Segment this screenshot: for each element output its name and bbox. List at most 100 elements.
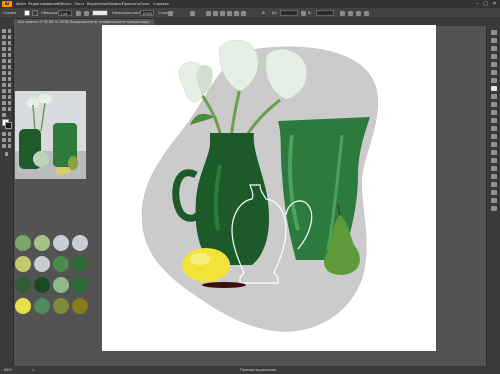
opacity-field[interactable]: 100% xyxy=(140,10,154,16)
perspective-grid-tool-icon[interactable] xyxy=(2,83,6,87)
close-button[interactable]: ✕ xyxy=(491,1,498,7)
rectangle-tool-icon[interactable] xyxy=(2,53,6,57)
shaper-tool-icon[interactable] xyxy=(2,59,6,63)
color-mode-icon[interactable] xyxy=(2,138,6,142)
pencil-tool-icon[interactable] xyxy=(7,59,11,63)
selection-tool-icon[interactable] xyxy=(2,29,6,33)
swap-colors-icon[interactable] xyxy=(2,132,6,136)
type-tool-icon[interactable] xyxy=(2,47,6,51)
shape-builder-tool-icon[interactable] xyxy=(7,77,11,81)
artboards-panel-icon[interactable] xyxy=(491,174,497,179)
artboard-tool-icon[interactable] xyxy=(7,101,11,105)
brush-definition-field[interactable] xyxy=(92,10,108,16)
column-graph-tool-icon[interactable] xyxy=(2,101,6,105)
layers-panel-icon[interactable] xyxy=(491,38,497,43)
menu-view[interactable]: Просмотр xyxy=(122,0,140,8)
scale-tool-icon[interactable] xyxy=(2,71,6,75)
constrain-proportions-icon[interactable] xyxy=(301,10,306,16)
height-field[interactable] xyxy=(316,10,334,16)
pathfinder-panel-icon[interactable] xyxy=(491,134,497,139)
paragraph-panel-icon[interactable] xyxy=(491,158,497,163)
reference-image[interactable] xyxy=(15,91,86,179)
palette-swatch xyxy=(15,256,31,272)
asset-export-panel-icon[interactable] xyxy=(491,182,497,187)
minimize-button[interactable]: – xyxy=(474,1,481,7)
recolor-icon[interactable] xyxy=(190,10,195,16)
rotate-tool-icon[interactable] xyxy=(7,65,11,69)
hand-tool-icon[interactable] xyxy=(7,107,11,111)
menu-window[interactable]: Окно xyxy=(140,0,150,8)
align-middle-icon[interactable] xyxy=(234,10,239,16)
graphic-styles-panel-icon[interactable] xyxy=(491,118,497,123)
width-tool-icon[interactable] xyxy=(7,71,11,75)
align-right-icon[interactable] xyxy=(220,10,225,16)
fill-swatch[interactable] xyxy=(24,10,30,16)
transform-options-icon[interactable] xyxy=(340,10,345,16)
isolate-icon[interactable] xyxy=(348,10,353,16)
eyedropper-tool-icon[interactable] xyxy=(7,89,11,93)
zoom-level[interactable]: 66% xyxy=(4,366,12,374)
menu-edit[interactable]: Редактирование xyxy=(28,0,59,8)
gradient-panel-icon[interactable] xyxy=(491,94,497,99)
menu-options-icon[interactable] xyxy=(364,10,369,16)
menu-type[interactable]: Текст xyxy=(74,0,85,8)
screen-mode-icon[interactable] xyxy=(7,144,11,148)
free-transform-tool-icon[interactable] xyxy=(2,77,6,81)
align-left-icon[interactable] xyxy=(206,10,211,16)
artboard-navigator[interactable]: 1 xyxy=(32,366,34,374)
draw-mode-icon[interactable] xyxy=(2,144,6,148)
artboard[interactable] xyxy=(102,25,436,351)
lasso-tool-icon[interactable] xyxy=(7,35,11,39)
character-panel-icon[interactable] xyxy=(491,150,497,155)
edit-toolbar-icon[interactable] xyxy=(4,152,8,156)
style-swatch-icon[interactable] xyxy=(168,10,173,16)
gradient-tool-icon[interactable] xyxy=(2,89,6,93)
paintbrush-tool-icon[interactable] xyxy=(7,53,11,57)
links-panel-icon[interactable] xyxy=(491,206,497,211)
line-tool-icon[interactable] xyxy=(7,47,11,51)
stroke-options-icon[interactable] xyxy=(76,10,81,16)
transparency-panel-icon[interactable] xyxy=(491,102,497,107)
opentype-panel-icon[interactable] xyxy=(491,166,497,171)
menu-help[interactable]: Справка xyxy=(153,0,169,8)
width-field[interactable] xyxy=(280,10,298,16)
navigator-panel-icon[interactable] xyxy=(491,190,497,195)
curvature-tool-icon[interactable] xyxy=(7,41,11,45)
menu-file[interactable]: Файл xyxy=(16,0,26,8)
align-bottom-icon[interactable] xyxy=(241,10,246,16)
menu-select[interactable]: Выделение xyxy=(87,0,108,8)
align-panel-icon[interactable] xyxy=(491,126,497,131)
control-bar: Группа Обводка: 1 pt Непрозрачность: 100… xyxy=(0,8,500,19)
libraries-panel-icon[interactable] xyxy=(491,46,497,51)
mesh-tool-icon[interactable] xyxy=(7,83,11,87)
brushes-panel-icon[interactable] xyxy=(491,70,497,75)
stroke-swatch[interactable] xyxy=(32,10,38,16)
menu-effect[interactable]: Эффект xyxy=(108,0,123,8)
maximize-button[interactable]: □ xyxy=(482,1,489,7)
menu-object[interactable]: Объект xyxy=(58,0,72,8)
transform-panel-icon[interactable] xyxy=(491,142,497,147)
arrange-icon[interactable] xyxy=(356,10,361,16)
blend-tool-icon[interactable] xyxy=(2,95,6,99)
default-colors-icon[interactable] xyxy=(7,132,11,136)
pen-tool-icon[interactable] xyxy=(2,41,6,45)
direct-selection-tool-icon[interactable] xyxy=(7,29,11,33)
variable-width-icon[interactable] xyxy=(84,10,89,16)
color-panel-icon[interactable] xyxy=(491,54,497,59)
align-top-icon[interactable] xyxy=(227,10,232,16)
align-center-icon[interactable] xyxy=(213,10,218,16)
symbol-sprayer-tool-icon[interactable] xyxy=(7,95,11,99)
slice-tool-icon[interactable] xyxy=(2,107,6,111)
symbols-panel-icon[interactable] xyxy=(491,78,497,83)
stroke-weight-field[interactable]: 1 pt xyxy=(58,10,72,16)
appearance-panel-icon[interactable] xyxy=(491,110,497,115)
stroke-color-icon[interactable] xyxy=(5,122,12,129)
stroke-panel-icon[interactable] xyxy=(491,86,497,91)
swatches-panel-icon[interactable] xyxy=(491,62,497,67)
magic-wand-tool-icon[interactable] xyxy=(2,35,6,39)
properties-panel-icon[interactable] xyxy=(491,30,497,35)
gradient-mode-icon[interactable] xyxy=(7,138,11,142)
zoom-tool-icon[interactable] xyxy=(2,113,6,117)
info-panel-icon[interactable] xyxy=(491,198,497,203)
eraser-tool-icon[interactable] xyxy=(2,65,6,69)
